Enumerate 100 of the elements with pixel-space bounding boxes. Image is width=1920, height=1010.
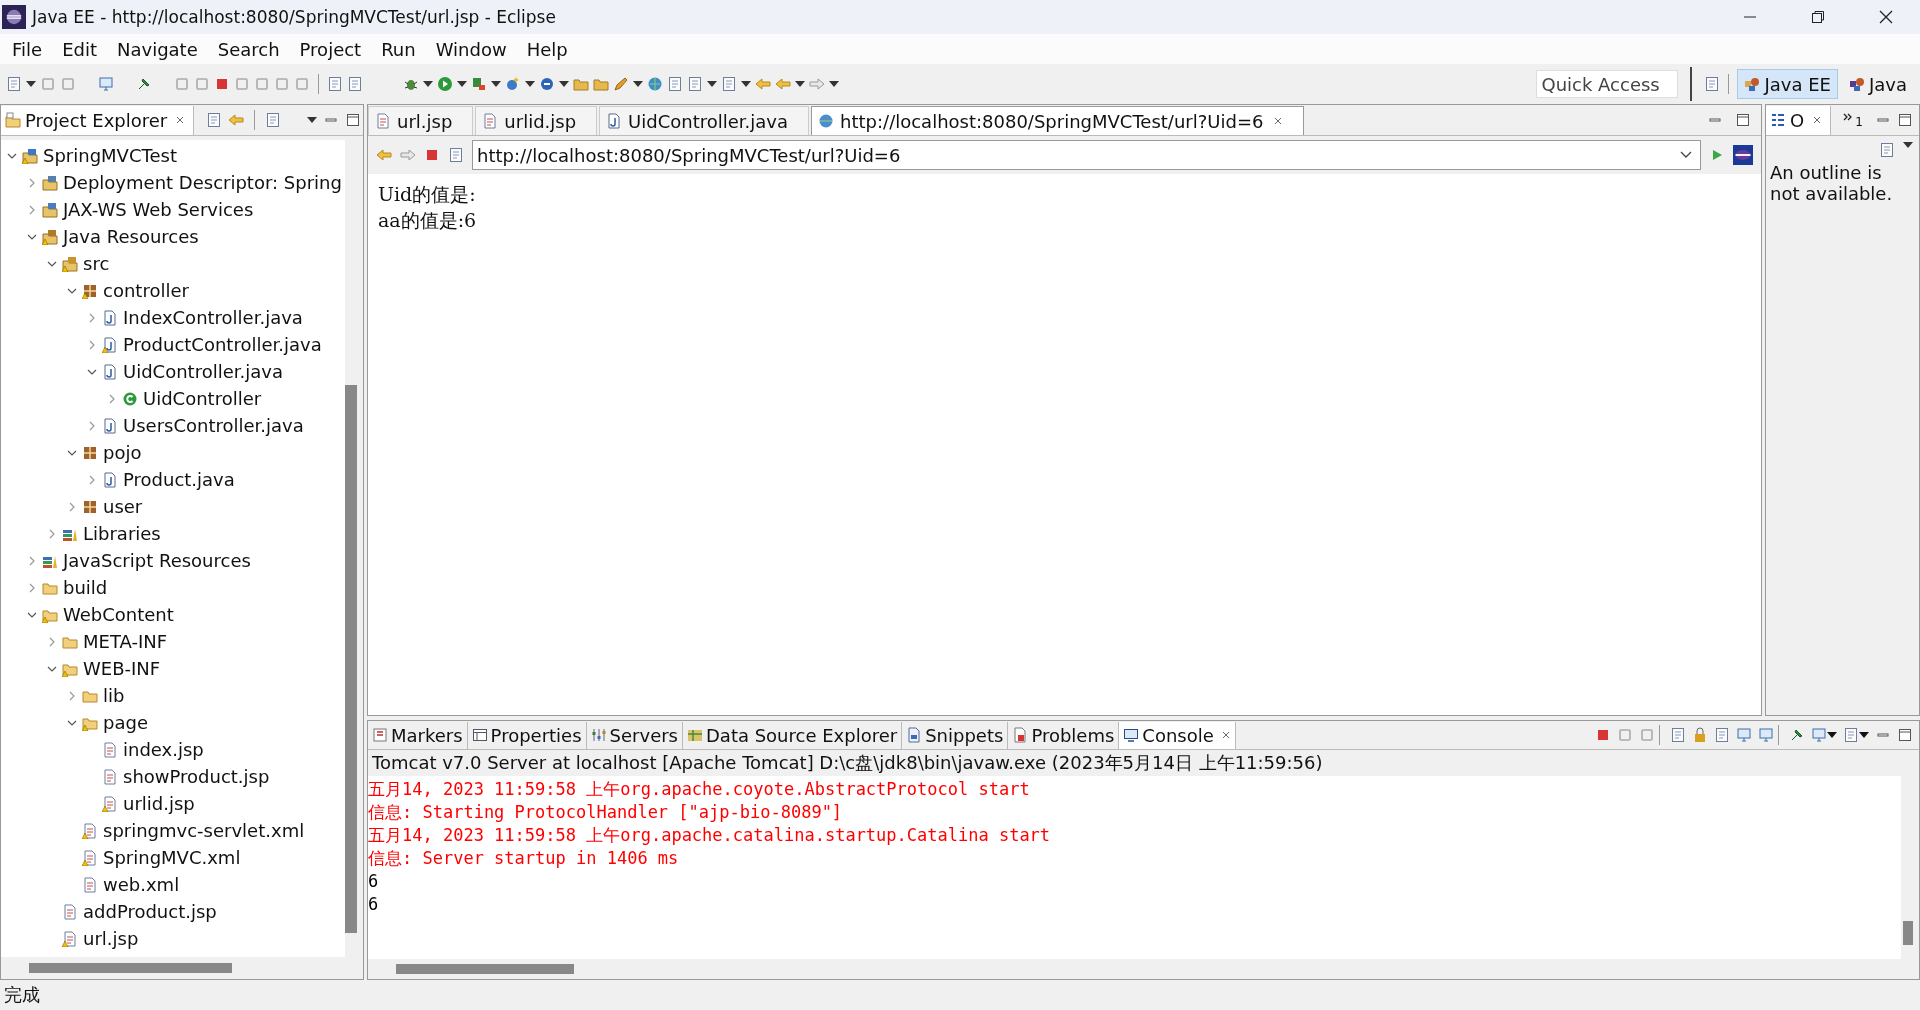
open-file-icon[interactable] [593,76,609,92]
back-icon[interactable] [376,147,392,163]
url-field[interactable]: http://localhost:8080/SpringMVCTest/url?Uid=6 [472,140,1701,170]
tree-item[interactable]: page [103,712,148,733]
tree-item[interactable]: url.jsp [83,928,139,949]
stop-icon[interactable] [424,147,440,163]
console-line: 五月14, 2023 11:59:58 上午org.apache.catalina.startup.Catalina start [368,824,1052,847]
eclipse-logo-icon [2,5,26,29]
tree-item[interactable]: user [103,496,143,517]
maximize-icon[interactable] [1897,112,1913,128]
tree-item[interactable]: Deployment Descriptor: Spring [63,172,342,193]
menu-item[interactable]: Navigate [107,38,208,60]
show-out-icon[interactable] [1736,727,1752,743]
editor-tab[interactable]: urlid.jsp [475,106,598,135]
caret-icon[interactable] [525,81,535,87]
tree-item[interactable]: addProduct.jsp [83,901,217,922]
tree-item[interactable]: JAX-WS Web Services [63,199,254,220]
caret-icon[interactable] [707,81,717,87]
caret-icon[interactable] [307,117,318,123]
stop-icon[interactable] [214,76,230,92]
menu-item[interactable]: File [2,38,53,60]
tree-item[interactable]: ProductController.java [123,334,322,355]
caret-icon[interactable] [1859,732,1869,738]
tree-item[interactable]: JavaScript Resources [63,550,251,571]
tree-item[interactable]: showProduct.jsp [123,766,270,787]
pin-icon[interactable] [136,76,152,92]
maximize-icon[interactable] [1897,727,1913,743]
globe-icon[interactable] [1733,145,1753,165]
caret-icon[interactable] [423,81,433,87]
menu-item[interactable]: Window [425,38,517,60]
view-tab[interactable]: Servers [586,721,683,749]
caret-icon[interactable] [1903,142,1913,148]
view-tab[interactable]: Markers [368,721,468,749]
tree-item[interactable]: Product.java [123,469,235,490]
pen-icon[interactable] [613,76,629,92]
tree-item[interactable]: src [83,253,110,274]
caret-icon[interactable] [26,81,36,87]
run-icon[interactable] [437,76,453,92]
close-icon[interactable] [1878,9,1894,25]
caret-icon[interactable] [491,81,501,87]
back-edit-icon[interactable] [228,112,245,128]
tree-item[interactable]: springmvc-servlet.xml [103,820,305,841]
tree-item[interactable]: UidController.java [123,361,283,382]
caret-icon[interactable] [741,81,751,87]
tree-item[interactable]: IndexController.java [123,307,303,328]
properties-icon [471,727,488,743]
view-tab[interactable]: Snippets [902,721,1009,749]
servers-icon [590,727,607,743]
tree-item[interactable]: web.xml [103,874,180,895]
dropdown-icon[interactable] [1680,151,1692,159]
menu-item[interactable]: Search [207,38,290,60]
caret-icon[interactable] [457,81,467,87]
caret-icon[interactable] [1827,732,1837,738]
hidden-tab-count[interactable]: 1 [1855,115,1863,129]
panel-tab[interactable]: Project Explorer [1,105,195,135]
tree-item[interactable]: Libraries [83,523,161,544]
menu-item[interactable]: Project [289,38,372,60]
tree-item[interactable]: urlid.jsp [123,793,195,814]
tree-item[interactable]: WEB-INF [83,658,161,679]
maximize-icon[interactable] [1735,112,1751,128]
panel-tab[interactable]: O [1766,105,1832,135]
tree-item[interactable]: META-INF [83,631,168,652]
quick-access-field[interactable]: Quick Access [1536,70,1679,98]
maximize-icon[interactable] [345,112,362,128]
status-text: 完成 [4,983,40,1007]
caret-icon[interactable] [559,81,569,87]
stop-icon[interactable] [1595,727,1611,743]
perspective-button[interactable]: Java EE [1737,69,1838,99]
tree-item[interactable]: UsersController.java [123,415,304,436]
caret-icon[interactable] [829,81,839,87]
tree-item[interactable]: Java Resources [63,226,199,247]
markers-icon [372,727,388,743]
lock-icon[interactable] [1692,727,1708,743]
view-tab[interactable]: Properties [467,721,587,749]
tree-item[interactable]: SpringMVCTest [43,145,177,166]
new-file-icon[interactable] [6,76,22,92]
editor-tab[interactable]: url.jsp [368,106,474,135]
menu-item[interactable]: Edit [52,38,107,60]
pin-icon[interactable] [1789,727,1805,743]
restore-icon[interactable] [1810,9,1826,25]
tree-item[interactable]: SpringMVC.xml [103,847,241,868]
tree-item[interactable]: index.jsp [123,739,204,760]
menu-item[interactable]: Help [516,38,578,60]
tree-item[interactable]: lib [103,685,125,706]
caret-icon[interactable] [795,81,805,87]
perspective-button[interactable]: Java [1841,69,1914,99]
tree-item[interactable]: build [63,577,108,598]
menu-item[interactable]: Run [371,38,426,60]
tree-item[interactable]: controller [103,280,189,301]
caret-icon[interactable] [633,81,643,87]
tree-item[interactable]: WebContent [63,604,174,625]
tree-item[interactable]: pojo [103,442,142,463]
double-chevron-icon[interactable] [1843,113,1854,121]
editor-tab[interactable]: http://localhost:8080/SpringMVCTest/url?Uid=6 [811,106,1305,135]
show-err-icon[interactable] [1758,727,1774,743]
view-tab[interactable]: Console [1119,721,1236,749]
view-tab[interactable]: Data Source Explorer [683,721,903,749]
tree-item[interactable]: UidController [143,388,262,409]
monitor-icon[interactable] [98,76,114,92]
editor-tab[interactable]: UidController.java [599,106,810,135]
